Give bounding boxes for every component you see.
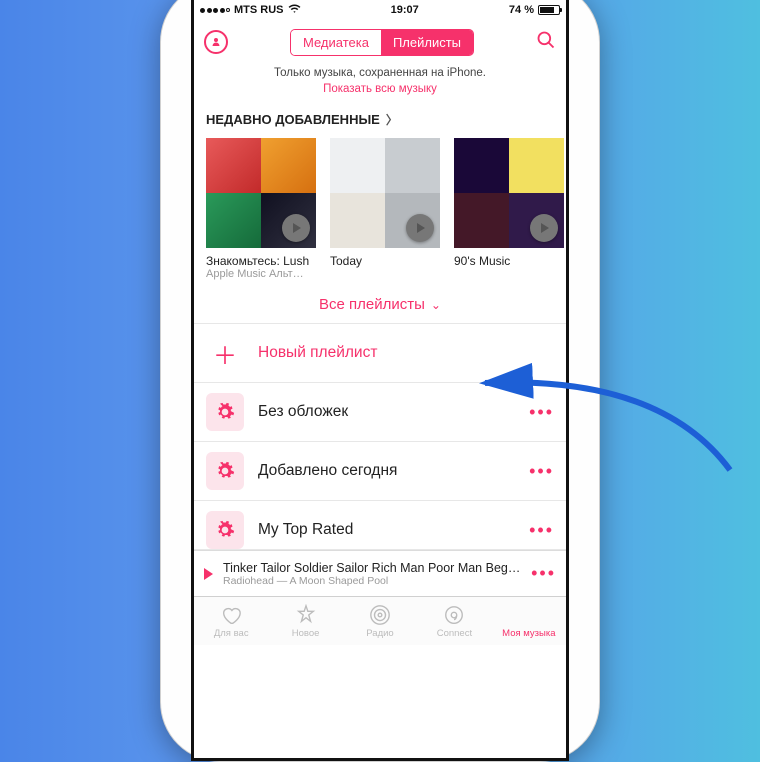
wifi-icon	[288, 4, 301, 17]
card-title: 90's Music	[454, 254, 564, 268]
header-bar: Медиатека Плейлисты	[194, 20, 566, 64]
notice-text: Только музыка, сохраненная на iPhone.	[274, 67, 486, 79]
chevron-right-icon: 〉	[386, 111, 398, 128]
playlist-row[interactable]: Без обложек •••	[194, 383, 566, 442]
status-time: 19:07	[391, 4, 419, 16]
status-bar: MTS RUS 19:07 74 %	[194, 0, 566, 20]
recent-card[interactable]: Today	[330, 138, 440, 280]
playlist-label: Без обложек	[258, 403, 515, 421]
play-icon[interactable]	[530, 214, 558, 242]
playlist-row[interactable]: My Top Rated •••	[194, 501, 566, 550]
gear-icon	[206, 393, 244, 431]
segmented-control: Медиатека Плейлисты	[290, 29, 474, 56]
iphone-only-notice: Только музыка, сохраненная на iPhone. По…	[194, 64, 566, 105]
new-playlist-row[interactable]: ＋ Новый плейлист	[194, 324, 566, 383]
tab-for-you[interactable]: Для вас	[194, 597, 268, 645]
play-icon[interactable]	[282, 214, 310, 242]
now-playing-title: Tinker Tailor Soldier Sailor Rich Man Po…	[223, 561, 521, 575]
tab-label: Радио	[366, 628, 393, 639]
status-left: MTS RUS	[200, 4, 301, 17]
playlist-list: ＋ Новый плейлист Без обложек ••• Добавле…	[194, 323, 566, 550]
tab-label: Новое	[292, 628, 320, 639]
recent-card[interactable]: Знакомьтесь: Lush Apple Music Альт…	[206, 138, 316, 280]
all-playlists-label: Все плейлисты	[319, 296, 425, 313]
show-all-music-link[interactable]: Показать всю музыку	[323, 83, 437, 95]
more-icon[interactable]: •••	[531, 563, 556, 584]
profile-icon[interactable]	[204, 30, 228, 54]
tab-label: Connect	[437, 628, 472, 639]
playlist-label: My Top Rated	[258, 521, 515, 539]
all-playlists-selector[interactable]: Все плейлисты ⌄	[194, 280, 566, 323]
tab-radio[interactable]: Радио	[343, 597, 417, 645]
card-subtitle: Apple Music Альт…	[206, 268, 316, 280]
tab-new[interactable]: Новое	[268, 597, 342, 645]
tab-bar: Для вас Новое Радио Connect Моя музыка	[194, 596, 566, 645]
recently-added-scroller[interactable]: Знакомьтесь: Lush Apple Music Альт… Toda…	[194, 134, 566, 280]
gear-icon	[206, 452, 244, 490]
gear-icon	[206, 511, 244, 549]
recently-added-header[interactable]: НЕДАВНО ДОБАВЛЕННЫЕ 〉	[194, 105, 566, 134]
play-icon[interactable]	[406, 214, 434, 242]
status-right: 74 %	[509, 4, 560, 16]
tab-connect[interactable]: Connect	[417, 597, 491, 645]
recently-added-label: НЕДАВНО ДОБАВЛЕННЫЕ	[206, 112, 380, 127]
more-icon[interactable]: •••	[529, 520, 554, 541]
segment-playlists[interactable]: Плейлисты	[381, 30, 473, 55]
card-title: Today	[330, 254, 440, 268]
recent-card[interactable]: 90's Music	[454, 138, 564, 280]
segment-library[interactable]: Медиатека	[291, 30, 381, 55]
plus-icon: ＋	[213, 336, 237, 371]
search-icon[interactable]	[536, 30, 556, 55]
new-playlist-label: Новый плейлист	[258, 344, 554, 362]
play-icon[interactable]	[204, 568, 213, 580]
signal-dots-icon	[200, 8, 230, 13]
more-icon[interactable]: •••	[529, 402, 554, 423]
playlist-label: Добавлено сегодня	[258, 462, 515, 480]
carrier-label: MTS RUS	[234, 4, 284, 16]
now-playing-bar[interactable]: Tinker Tailor Soldier Sailor Rich Man Po…	[194, 550, 566, 596]
tab-label: Моя музыка	[502, 628, 555, 639]
tab-label: Для вас	[214, 628, 249, 639]
now-playing-artist: Radiohead — A Moon Shaped Pool	[223, 575, 521, 587]
battery-icon	[538, 5, 560, 15]
playlist-row[interactable]: Добавлено сегодня •••	[194, 442, 566, 501]
chevron-down-icon: ⌄	[431, 298, 441, 312]
tab-my-music[interactable]: Моя музыка	[492, 597, 566, 645]
card-title: Знакомьтесь: Lush	[206, 254, 316, 268]
more-icon[interactable]: •••	[529, 461, 554, 482]
battery-percent: 74 %	[509, 4, 534, 16]
